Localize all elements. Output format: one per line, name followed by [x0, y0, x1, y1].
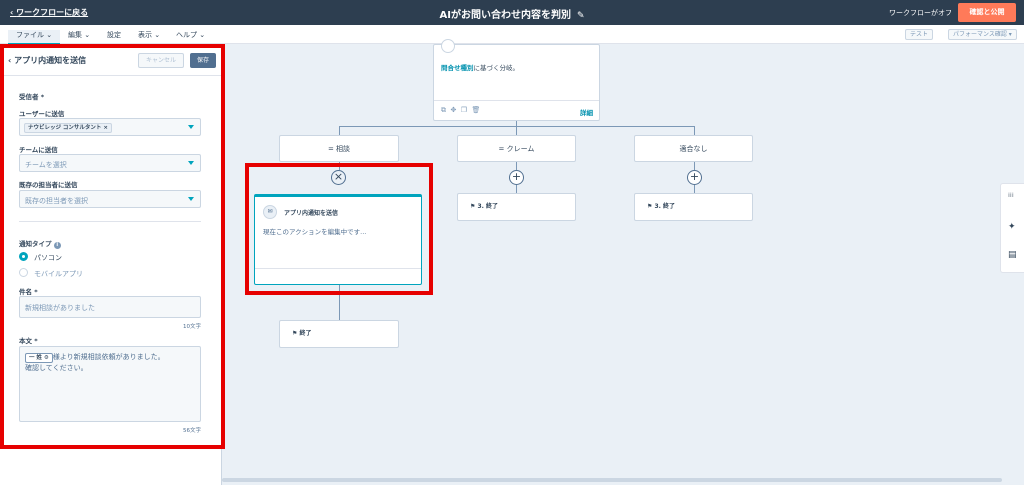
highlight-box-panel: [0, 44, 225, 449]
branch-property-link[interactable]: 問合せ種別: [441, 64, 474, 72]
comment-icon[interactable]: ▤: [1008, 250, 1017, 260]
chevron-down-icon: ⌄: [199, 31, 206, 39]
menu-view[interactable]: 表示 ⌄: [138, 30, 160, 40]
chevron-down-icon: ⌄: [154, 31, 161, 39]
workflow-title-text: AIがお問い合わせ内容を判別: [439, 10, 571, 21]
details-link[interactable]: 詳細: [580, 107, 593, 117]
menu-view-label: 表示: [138, 31, 152, 39]
review-and-publish-button[interactable]: 確認と公開: [958, 3, 1016, 22]
test-button[interactable]: テスト: [905, 29, 934, 40]
end-node[interactable]: ⚑ 3. 終了: [457, 193, 576, 221]
add-action-icon[interactable]: +: [509, 170, 524, 185]
menu-bar: ファイル ⌄ 編集 ⌄ 設定 表示 ⌄ ヘルプ ⌄ テスト パフォーマンス確認 …: [0, 25, 1024, 45]
menu-file-label: ファイル: [16, 31, 44, 39]
flag-icon: ⚑: [647, 203, 653, 210]
branch-consultation[interactable]: = 相談: [279, 135, 399, 162]
top-bar: ‹ ワークフローに戻る AIがお問い合わせ内容を判別 ✎ ワークフローがオフ 確認…: [0, 0, 1024, 25]
menu-help-label: ヘルプ: [176, 31, 197, 39]
clone-icon[interactable]: ❐: [461, 106, 467, 114]
move-icon[interactable]: ✥: [450, 106, 456, 114]
connector-line: [694, 185, 695, 193]
branch-no-match[interactable]: 適合なし: [634, 135, 753, 162]
delete-icon[interactable]: 🗑: [472, 106, 481, 114]
menu-file[interactable]: ファイル ⌄: [8, 30, 61, 45]
flag-icon: ⚑: [292, 330, 298, 337]
add-action-icon[interactable]: +: [687, 170, 702, 185]
end-node-label: 終了: [299, 330, 312, 337]
horizontal-scrollbar[interactable]: [222, 478, 1002, 482]
branch-complaint[interactable]: = クレーム: [457, 135, 576, 162]
workflow-title[interactable]: AIがお問い合わせ内容を判別 ✎: [0, 6, 1024, 21]
branch-node-description: 問合せ種別に基づく分岐。: [441, 62, 519, 72]
node-toolbar: ⧉ ✥ ❐ 🗑: [441, 106, 480, 115]
branch-node-text: に基づく分岐。: [473, 64, 520, 72]
node-divider: [434, 100, 599, 101]
performance-check-button[interactable]: パフォーマンス確認 ▾: [948, 29, 1017, 40]
connector-line: [516, 162, 517, 170]
connector-line: [516, 126, 517, 135]
menu-help[interactable]: ヘルプ ⌄: [176, 30, 205, 40]
end-node-label: 3. 終了: [654, 203, 676, 210]
highlight-box-action: [245, 163, 433, 295]
end-node-label: 3. 終了: [477, 203, 499, 210]
chevron-down-icon: ⌄: [84, 31, 91, 39]
grid-icon[interactable]: ⁞⁞⁞: [1008, 192, 1014, 199]
connector-line: [694, 126, 695, 135]
end-node[interactable]: ⚑ 3. 終了: [634, 193, 753, 221]
sparkle-icon[interactable]: ✦: [1008, 222, 1016, 232]
branch-icon: [441, 39, 455, 53]
menu-settings[interactable]: 設定: [107, 30, 121, 40]
connector-line: [339, 126, 340, 135]
pencil-icon[interactable]: ✎: [577, 11, 585, 21]
menu-edit[interactable]: 編集 ⌄: [68, 30, 90, 40]
connector-line: [516, 185, 517, 193]
performance-check-label: パフォーマンス確認: [953, 31, 1007, 38]
workflow-status: ワークフローがオフ: [889, 9, 952, 17]
flag-icon: ⚑: [470, 203, 476, 210]
menu-edit-label: 編集: [68, 31, 82, 39]
copy-icon[interactable]: ⧉: [441, 106, 446, 114]
chevron-down-icon: ⌄: [46, 31, 53, 39]
branch-node[interactable]: 問合せ種別に基づく分岐。 ⧉ ✥ ❐ 🗑 詳細: [433, 39, 600, 121]
connector-line: [694, 162, 695, 170]
end-node[interactable]: ⚑ 終了: [279, 320, 399, 348]
right-tool-rail: ⁞⁞⁞ ✦ ▤: [1000, 183, 1024, 273]
